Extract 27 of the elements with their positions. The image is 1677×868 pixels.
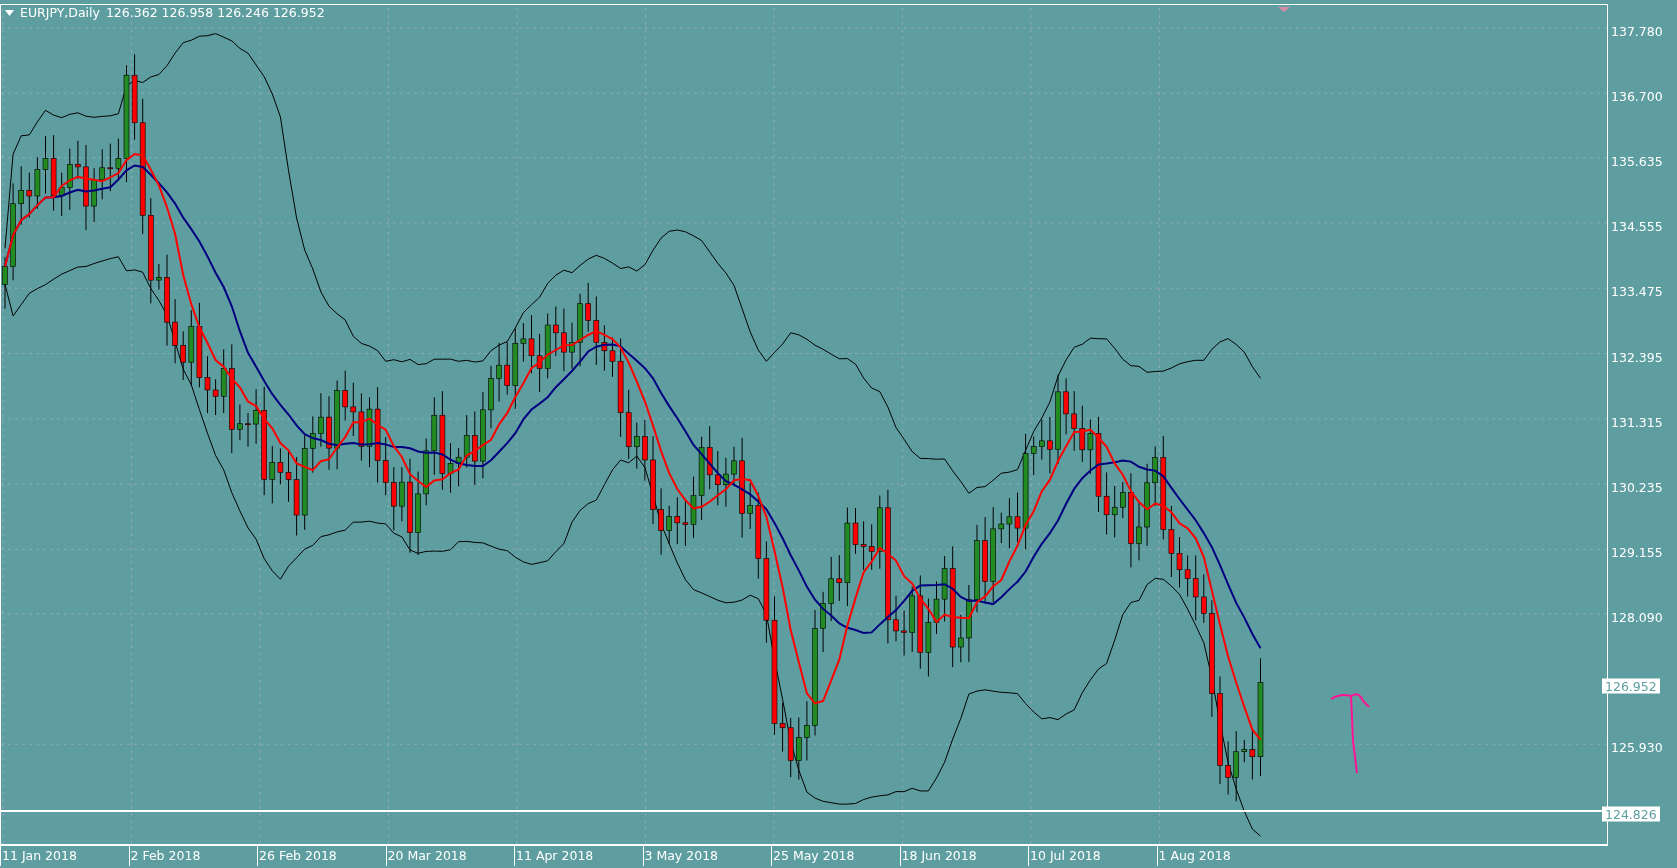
date-axis-label: 25 May 2018 <box>771 846 900 866</box>
price-axis-label: 134.555 <box>1610 218 1664 234</box>
price-axis-label: 132.395 <box>1610 349 1664 364</box>
ohlc-quote: 126.362 126.958 126.246 126.952 <box>105 5 325 20</box>
price-axis-label: 129.155 <box>1610 544 1664 560</box>
date-axis-label: 26 Feb 2018 <box>257 846 386 866</box>
date-axis-label: 20 Mar 2018 <box>385 846 514 866</box>
price-axis-label: 133.475 <box>1610 283 1664 299</box>
price-axis-label: 130.235 <box>1610 479 1664 495</box>
date-axis-label: 3 May 2018 <box>642 846 771 866</box>
price-axis-label: 128.090 <box>1610 609 1664 625</box>
price-axis-label: 125.930 <box>1610 739 1664 755</box>
price-marker-label: 126.952 <box>1602 678 1660 694</box>
price-axis-label: 131.315 <box>1610 414 1664 430</box>
price-marker-label: 124.826 <box>1602 806 1660 822</box>
price-axis-label: 135.635 <box>1610 153 1664 169</box>
price-axis-label: 137.780 <box>1610 23 1664 39</box>
symbol-title: EURJPY,Daily <box>20 5 100 20</box>
date-axis-label: 11 Jan 2018 <box>0 846 129 866</box>
dropdown-triangle-icon[interactable] <box>5 9 14 16</box>
date-axis-label: 11 Apr 2018 <box>514 846 643 866</box>
triangle-marker-icon <box>1278 7 1290 12</box>
date-axis-label: 10 Jul 2018 <box>1028 846 1157 866</box>
date-axis-label: 2 Feb 2018 <box>128 846 257 866</box>
price-axis-label: 136.700 <box>1610 88 1664 104</box>
date-axis-label: 1 Aug 2018 <box>1156 846 1285 866</box>
date-axis-label: 18 Jun 2018 <box>899 846 1028 866</box>
